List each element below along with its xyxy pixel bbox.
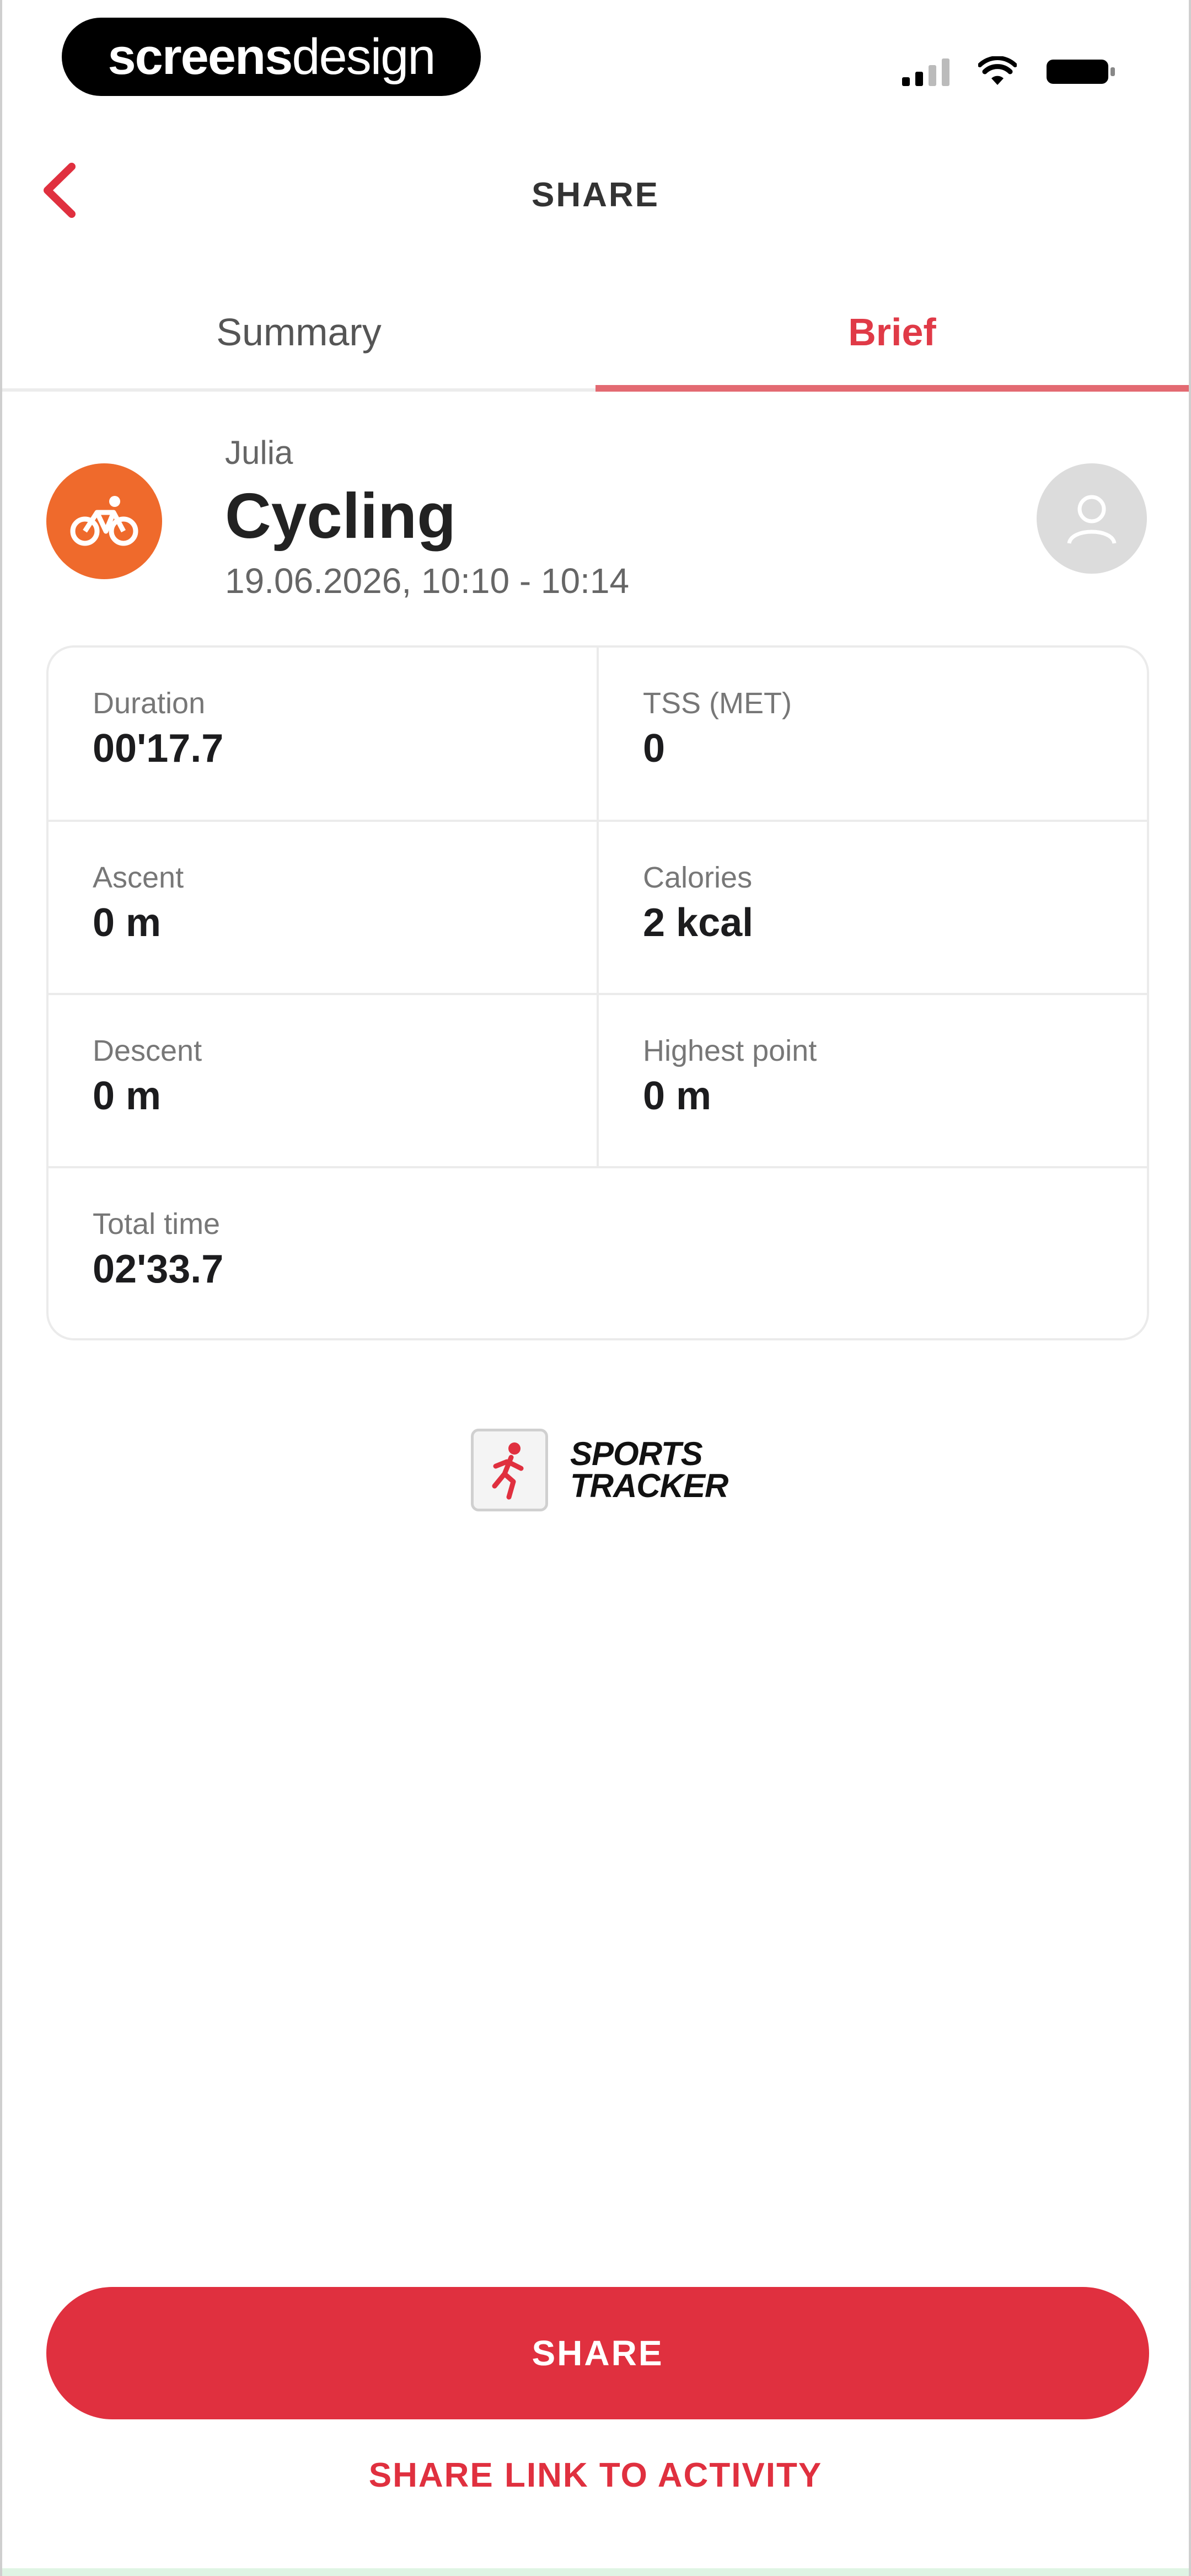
stat-highest-point: Highest point 0 m — [599, 995, 1147, 1166]
share-button[interactable]: SHARE — [46, 2287, 1149, 2419]
user-avatar-icon — [1067, 495, 1117, 544]
stat-descent: Descent 0 m — [49, 995, 597, 1166]
stat-label: Descent — [93, 1034, 202, 1067]
stat-total-time: Total time 02'33.7 — [49, 1168, 1147, 1338]
stat-tss: TSS (MET) 0 — [599, 648, 1147, 820]
tab-bar: Summary Brief — [2, 276, 1189, 392]
cellular-signal-icon — [902, 57, 949, 86]
stat-value: 2 kcal — [643, 901, 754, 945]
tab-summary[interactable]: Summary — [2, 276, 596, 388]
stat-calories: Calories 2 kcal — [599, 822, 1147, 993]
wifi-icon — [978, 56, 1017, 85]
activity-date: 19.06.2026, 10:10 - 10:14 — [225, 561, 630, 601]
logo-line1: SPORTS — [570, 1435, 703, 1472]
brand-part2: design — [292, 28, 436, 85]
status-icons — [902, 51, 1117, 86]
stat-label: TSS (MET) — [643, 687, 792, 720]
running-figure-icon — [471, 1429, 548, 1511]
stat-ascent: Ascent 0 m — [49, 822, 597, 993]
stat-label: Total time — [93, 1207, 221, 1241]
stat-value: 0 — [643, 726, 666, 771]
battery-icon — [1047, 60, 1115, 84]
stat-value: 0 m — [643, 1074, 712, 1118]
logo-line2: TRACKER — [570, 1467, 728, 1504]
avatar[interactable] — [1037, 463, 1147, 574]
activity-type-badge — [46, 463, 162, 579]
tab-brief[interactable]: Brief — [596, 276, 1189, 392]
stat-duration: Duration 00'17.7 — [49, 648, 597, 820]
stat-value: 0 m — [93, 901, 162, 945]
phone-screen: screensdesign SHARE Summary Brief Julia … — [0, 0, 1191, 2576]
stat-value: 00'17.7 — [93, 726, 224, 771]
stat-label: Duration — [93, 687, 206, 720]
stat-label: Calories — [643, 861, 753, 894]
share-link-button[interactable]: SHARE LINK TO ACTIVITY — [2, 2456, 1189, 2495]
stat-value: 02'33.7 — [93, 1247, 224, 1291]
bicycle-icon — [70, 496, 138, 546]
stats-card: Duration 00'17.7 TSS (MET) 0 Ascent 0 m … — [46, 645, 1149, 1340]
stat-label: Highest point — [643, 1034, 817, 1067]
brand-part1: screens — [108, 28, 293, 85]
page-title: SHARE — [531, 176, 660, 214]
sports-tracker-logo: SPORTS TRACKER — [471, 1429, 728, 1511]
user-name: Julia — [225, 434, 293, 471]
screensdesign-watermark: screensdesign — [62, 18, 481, 96]
stat-value: 0 m — [93, 1074, 162, 1118]
stat-label: Ascent — [93, 861, 184, 894]
bottom-edge — [2, 2568, 1189, 2576]
activity-title: Cycling — [225, 480, 456, 552]
